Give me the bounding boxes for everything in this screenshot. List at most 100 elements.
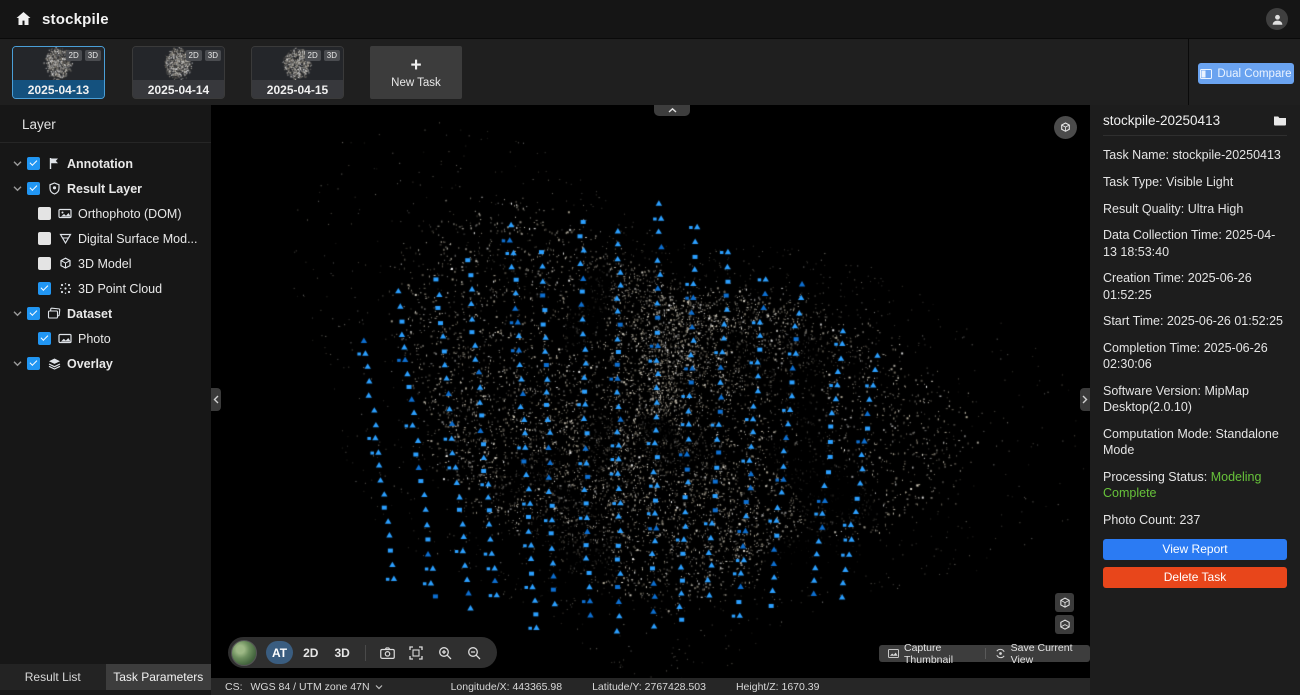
height-readout: Height/Z: 1670.39 [736,681,820,693]
field-start-time: Start Time: 2025-06-26 01:52:25 [1103,313,1287,329]
view-mode-cube-button[interactable] [1055,615,1074,634]
task-details-title: stockpile-20250413 [1103,113,1220,128]
layer-label: Overlay [67,357,113,371]
fit-view-button[interactable] [404,641,429,664]
new-task-button[interactable]: + New Task [370,46,462,99]
cs-label: CS: [225,681,243,693]
tab-task-parameters[interactable]: Task Parameters [106,664,212,690]
view-button-3d[interactable]: 3D [328,641,355,664]
chevron-down-icon[interactable] [13,359,27,368]
layer-label: Annotation [67,157,133,171]
task-card-2025-04-14[interactable]: 2D 3D 2025-04-14 [132,46,225,99]
coordinate-system-dropdown[interactable]: WGS 84 / UTM zone 47N [251,681,383,693]
chevron-down-icon[interactable] [13,184,27,193]
task-thumbnail: 2D 3D [252,47,343,80]
image-icon [888,649,899,658]
layer-row-dataset[interactable]: Dataset [0,301,211,326]
zoom-out-button[interactable] [462,641,487,664]
user-avatar[interactable] [1266,8,1288,30]
badge-2d: 2D [186,50,202,61]
zoom-in-button[interactable] [433,641,458,664]
collapse-right-panel-button[interactable] [1080,388,1090,411]
model-3d-checkbox[interactable] [38,257,51,270]
layer-row-orthophoto[interactable]: Orthophoto (DOM) [0,201,211,226]
sidebar-bottom-tabs: Result List Task Parameters [0,664,211,690]
save-current-view-button[interactable]: Save Current View [986,645,1090,662]
layer-row-annotation[interactable]: Annotation [0,151,211,176]
new-task-label: New Task [391,77,441,89]
map-3d-viewport[interactable]: Capture Thumbnail Save Current View AT 2… [211,105,1090,678]
layer-row-3d-model[interactable]: 3D Model [0,251,211,276]
orthophoto-checkbox[interactable] [38,207,51,220]
top-bar: stockpile [0,0,1300,38]
view-report-button[interactable]: View Report [1103,539,1287,560]
layer-row-3d-point-cloud[interactable]: 3D Point Cloud [0,276,211,301]
field-photo-count: Photo Count: 237 [1103,512,1287,528]
status-bar: CS: WGS 84 / UTM zone 47N Longitude/X: 4… [211,678,1090,695]
dual-compare-section: Dual Compare [1188,39,1300,106]
dataset-checkbox[interactable] [27,307,40,320]
layer-label: 3D Model [78,257,132,271]
tab-result-list[interactable]: Result List [0,664,106,690]
view-button-at[interactable]: AT [266,641,293,664]
folder-icon[interactable] [1273,115,1287,126]
badge-3d: 3D [205,50,221,61]
layer-row-overlay[interactable]: Overlay [0,351,211,376]
zoom-extent-cube-button[interactable] [1055,593,1074,612]
overlay-icon [47,357,61,371]
task-date-label: 2025-04-13 [13,80,104,99]
layer-row-result-layer[interactable]: Result Layer [0,176,211,201]
photo-icon [58,332,72,346]
split-screen-icon [1200,69,1212,79]
point-cloud-checkbox[interactable] [38,282,51,295]
overlay-checkbox[interactable] [27,357,40,370]
delete-task-button[interactable]: Delete Task [1103,567,1287,588]
collapse-panel-button[interactable] [654,105,690,116]
layer-panel-title: Layer [0,105,211,143]
longitude-readout: Longitude/X: 443365.98 [451,681,563,693]
layer-tree: Annotation Result Layer Orthophoto (DOM)… [0,143,211,376]
flag-icon [47,157,61,171]
capture-thumbnail-button[interactable]: Capture Thumbnail [879,645,985,662]
badge-2d: 2D [305,50,321,61]
chevron-down-icon[interactable] [13,309,27,318]
home-icon[interactable] [14,10,32,28]
collapse-left-panel-button[interactable] [211,388,221,411]
model-3d-icon [58,257,72,271]
layer-row-photo[interactable]: Photo [0,326,211,351]
layer-label: Dataset [67,307,112,321]
photo-checkbox[interactable] [38,332,51,345]
result-layer-checkbox[interactable] [27,182,40,195]
dsm-checkbox[interactable] [38,232,51,245]
layer-label: Photo [78,332,111,346]
view-cube-button[interactable] [1054,116,1077,139]
badge-3d: 3D [85,50,101,61]
basemap-globe-button[interactable] [231,640,257,666]
chevron-down-icon[interactable] [13,159,27,168]
dataset-icon [47,307,61,321]
task-card-2025-04-15[interactable]: 2D 3D 2025-04-15 [251,46,344,99]
field-data-collection-time: Data Collection Time: 2025-04-13 18:53:4… [1103,227,1287,260]
task-thumbnail: 2D 3D [13,47,104,80]
point-cloud-icon [58,282,72,296]
task-card-2025-04-13[interactable]: 2D 3D 2025-04-13 [12,46,105,99]
badge-3d: 3D [324,50,340,61]
task-cards-row: 2D 3D 2025-04-13 2D 3D 2025-04-14 2D [0,38,1300,105]
orthophoto-icon [58,207,72,221]
viewport-toolbar: AT 2D 3D [228,637,497,668]
dual-compare-button[interactable]: Dual Compare [1198,63,1294,84]
layer-panel: Layer Annotation Result Layer Orthophoto… [0,105,211,695]
point-cloud-canvas[interactable] [211,105,1090,678]
layer-label: Result Layer [67,182,142,196]
view-actions-pill: Capture Thumbnail Save Current View [879,645,1090,662]
screenshot-camera-button[interactable] [375,641,400,664]
task-fields: Task Name: stockpile-20250413 Task Type:… [1103,136,1287,588]
save-view-icon [995,648,1006,659]
annotation-checkbox[interactable] [27,157,40,170]
field-creation-time: Creation Time: 2025-06-26 01:52:25 [1103,270,1287,303]
view-button-2d[interactable]: 2D [297,641,324,664]
plus-icon: + [410,57,421,75]
layer-row-dsm[interactable]: Digital Surface Mod... [0,226,211,251]
latitude-readout: Latitude/Y: 2767428.503 [592,681,706,693]
chevron-down-icon [375,684,383,690]
